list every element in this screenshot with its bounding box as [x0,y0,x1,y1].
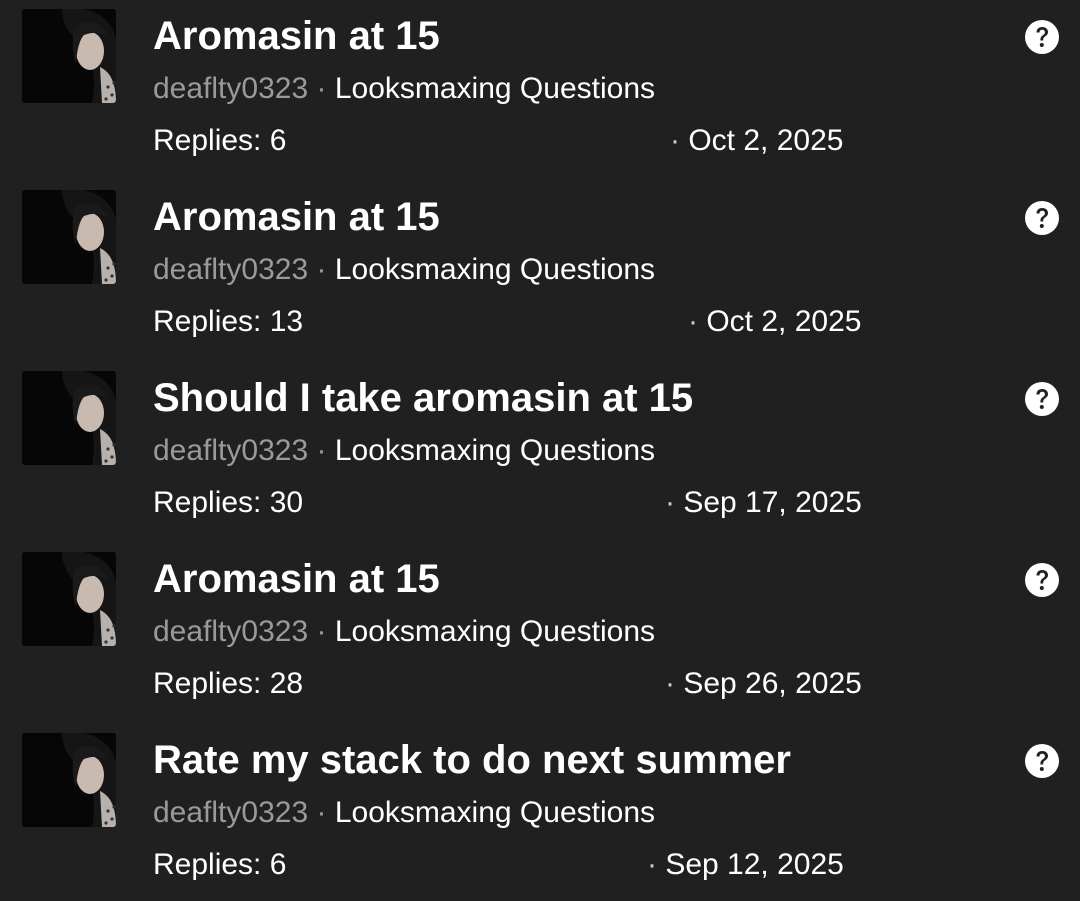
thread-author[interactable]: deaflty0323 [153,796,308,829]
date-separator: · [665,486,675,519]
thread-date[interactable]: Sep 26, 2025 [683,667,862,700]
thread-forum[interactable]: Looksmaxing Questions [335,253,655,286]
thread-title[interactable]: Aromasin at 15 [153,193,440,241]
thread-forum[interactable]: Looksmaxing Questions [335,615,655,648]
avatar[interactable] [22,552,116,646]
thread-author[interactable]: deaflty0323 [153,72,308,105]
thread-forum[interactable]: Looksmaxing Questions [335,72,655,105]
thread-author[interactable]: deaflty0323 [153,615,308,648]
date-separator: · [665,667,675,700]
thread-item[interactable]: Aromasin at 15 deaflty0323 · Looksmaxing… [0,0,1080,181]
thread-item[interactable]: Should I take aromasin at 15 deaflty0323… [0,362,1080,543]
avatar[interactable] [22,9,116,103]
question-circle-icon[interactable] [1024,562,1060,598]
thread-date[interactable]: Oct 2, 2025 [706,305,861,338]
thread-date-wrap: · Oct 2, 2025 [688,304,861,340]
thread-replies: Replies: 30 [153,486,304,519]
thread-date[interactable]: Sep 17, 2025 [683,486,862,519]
question-circle-icon[interactable] [1024,19,1060,55]
thread-date[interactable]: Oct 2, 2025 [688,124,843,157]
thread-list: Aromasin at 15 deaflty0323 · Looksmaxing… [0,0,1080,901]
thread-author[interactable]: deaflty0323 [153,253,308,286]
avatar[interactable] [22,190,116,284]
thread-forum[interactable]: Looksmaxing Questions [335,434,655,467]
thread-date-wrap: · Sep 12, 2025 [647,847,844,883]
thread-meta: deaflty0323 · Looksmaxing Questions [153,71,655,107]
thread-date[interactable]: Sep 12, 2025 [665,848,844,881]
question-circle-icon[interactable] [1024,743,1060,779]
meta-separator: · [316,434,327,467]
meta-separator: · [316,615,327,648]
thread-item[interactable]: Rate my stack to do next summer deaflty0… [0,724,1080,901]
thread-replies: Replies: 28 [153,667,304,700]
date-separator: · [688,305,698,338]
thread-item[interactable]: Aromasin at 15 deaflty0323 · Looksmaxing… [0,543,1080,724]
avatar[interactable] [22,371,116,465]
thread-item[interactable]: Aromasin at 15 deaflty0323 · Looksmaxing… [0,181,1080,362]
thread-meta: deaflty0323 · Looksmaxing Questions [153,433,655,469]
thread-date-wrap: · Sep 26, 2025 [665,666,862,702]
question-circle-icon[interactable] [1024,200,1060,236]
question-circle-icon[interactable] [1024,381,1060,417]
thread-title[interactable]: Aromasin at 15 [153,12,440,60]
thread-replies: Replies: 13 [153,305,304,338]
meta-separator: · [316,253,327,286]
thread-meta: deaflty0323 · Looksmaxing Questions [153,614,655,650]
thread-date-wrap: · Sep 17, 2025 [665,485,862,521]
thread-date-wrap: · Oct 2, 2025 [670,123,843,159]
date-separator: · [647,848,657,881]
thread-title[interactable]: Rate my stack to do next summer [153,736,791,784]
thread-forum[interactable]: Looksmaxing Questions [335,796,655,829]
thread-author[interactable]: deaflty0323 [153,434,308,467]
thread-replies: Replies: 6 [153,124,287,157]
thread-replies: Replies: 6 [153,848,287,881]
date-separator: · [670,124,680,157]
meta-separator: · [316,72,327,105]
thread-title[interactable]: Aromasin at 15 [153,555,440,603]
thread-meta: deaflty0323 · Looksmaxing Questions [153,252,655,288]
thread-title[interactable]: Should I take aromasin at 15 [153,374,693,422]
meta-separator: · [316,796,327,829]
avatar[interactable] [22,733,116,827]
thread-meta: deaflty0323 · Looksmaxing Questions [153,795,655,831]
